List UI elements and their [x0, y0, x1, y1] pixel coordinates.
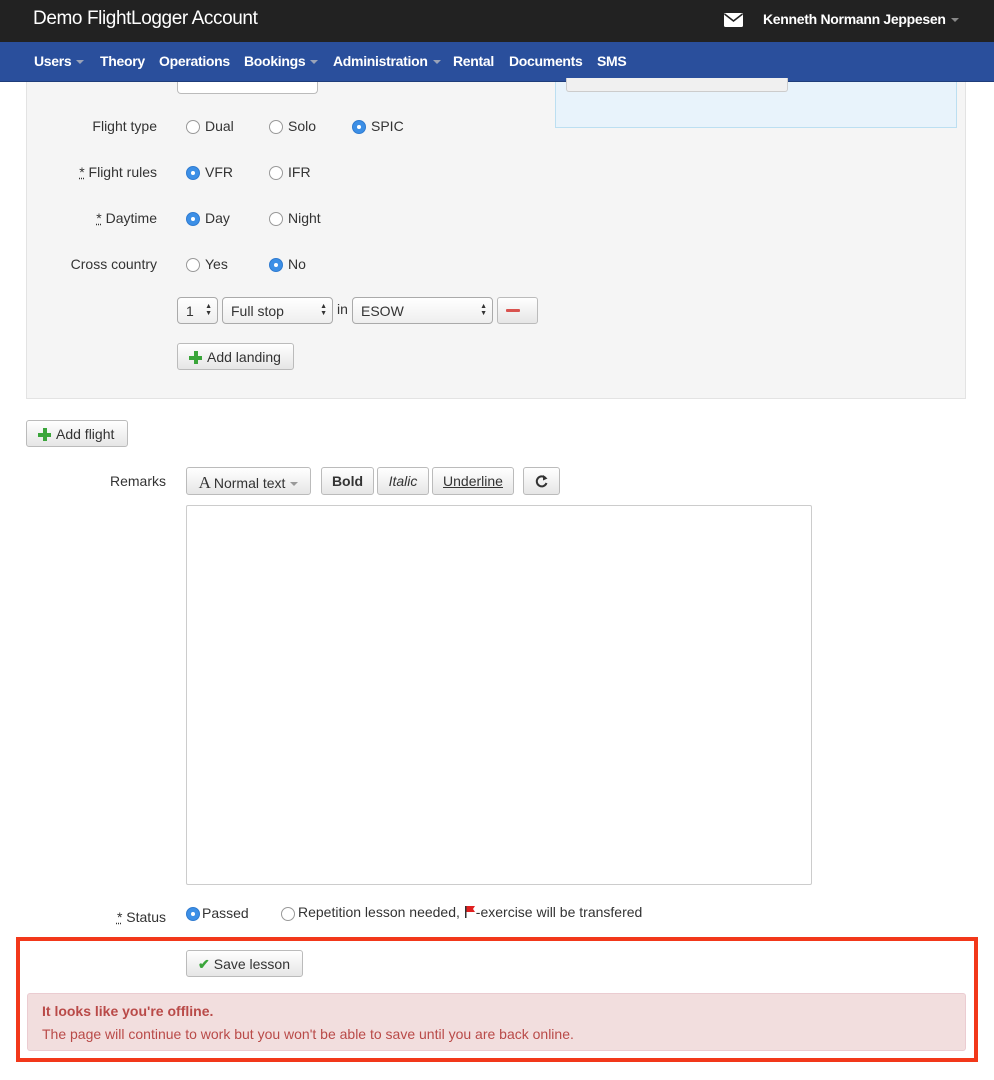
landing-count-select[interactable]: 1 ▲ ▼: [177, 297, 218, 324]
cross-country-no-radio[interactable]: [269, 258, 283, 272]
landing-in-label: in: [337, 301, 348, 317]
nav-rental[interactable]: Rental: [453, 53, 494, 69]
offline-alert-title: It looks like you're offline.: [42, 1003, 214, 1019]
save-lesson-button[interactable]: ✔ Save lesson: [186, 950, 303, 977]
status-passed-label: Passed: [202, 905, 249, 921]
flight-rules-ifr-label: IFR: [288, 164, 311, 180]
underline-button[interactable]: Underline: [432, 467, 514, 495]
flight-type-solo-radio[interactable]: [269, 120, 283, 134]
landing-airport-select[interactable]: ESOW ▲ ▼: [352, 297, 493, 324]
caret-down-icon: [310, 60, 319, 65]
red-flag-icon: [464, 906, 475, 918]
nav-bookings[interactable]: Bookings: [244, 53, 319, 69]
add-flight-button[interactable]: Add flight: [26, 420, 128, 447]
select-arrows-icon: ▲ ▼: [320, 303, 327, 317]
arrival-airport-select[interactable]: [177, 82, 318, 94]
caret-down-icon: [290, 482, 299, 487]
redo-button[interactable]: [523, 467, 560, 495]
remarks-label: Remarks: [109, 473, 166, 489]
info-box-button[interactable]: [566, 78, 788, 92]
cross-country-yes-radio[interactable]: [186, 258, 200, 272]
nav-documents[interactable]: Documents: [509, 53, 583, 69]
remove-landing-button[interactable]: [497, 297, 538, 324]
flight-type-dual-label: Dual: [205, 118, 234, 134]
flight-type-solo-label: Solo: [288, 118, 317, 134]
checkmark-icon: ✔: [198, 956, 210, 972]
offline-alert-text: The page will continue to work but you w…: [42, 1026, 574, 1042]
app-title[interactable]: Demo FlightLogger Account: [33, 8, 258, 30]
flight-rules-label: * Flight rules: [79, 164, 157, 180]
cross-country-label: Cross country: [70, 256, 157, 272]
info-box: [555, 78, 957, 128]
flight-type-spic-label: SPIC: [371, 118, 404, 134]
flight-panel: [26, 82, 966, 399]
flight-rules-ifr-radio[interactable]: [269, 166, 283, 180]
flight-rules-vfr-label: VFR: [205, 164, 233, 180]
main-nav: Users Theory Operations Bookings Adminis…: [0, 42, 994, 82]
required-mark: *: [79, 164, 85, 180]
status-passed-radio[interactable]: [186, 907, 200, 921]
remarks-editor[interactable]: [186, 505, 812, 885]
user-menu[interactable]: Kenneth Normann Jeppesen: [763, 11, 959, 27]
required-mark: *: [116, 909, 123, 925]
minus-icon: [506, 309, 520, 312]
redo-icon: [535, 475, 547, 488]
status-label: * Status: [116, 909, 166, 925]
caret-down-icon: [950, 18, 959, 23]
daytime-day-radio[interactable]: [186, 212, 200, 226]
nav-theory[interactable]: Theory: [100, 53, 145, 69]
font-icon: A: [198, 473, 211, 492]
status-repetition-radio[interactable]: [281, 907, 295, 921]
offline-alert: It looks like you're offline. The page w…: [27, 993, 966, 1051]
select-arrows-icon: ▲ ▼: [205, 303, 212, 317]
plus-icon: [38, 428, 51, 441]
nav-operations[interactable]: Operations: [159, 53, 230, 69]
flight-type-dual-radio[interactable]: [186, 120, 200, 134]
nav-sms[interactable]: SMS: [597, 53, 627, 69]
nav-users[interactable]: Users: [34, 53, 85, 69]
select-arrows-icon: ▲ ▼: [480, 303, 487, 317]
daytime-day-label: Day: [205, 210, 230, 226]
daytime-label: * Daytime: [96, 210, 157, 226]
cross-country-yes-label: Yes: [205, 256, 228, 272]
flight-rules-vfr-radio[interactable]: [186, 166, 200, 180]
caret-down-icon: [76, 60, 85, 65]
cross-country-no-label: No: [288, 256, 306, 272]
daytime-night-label: Night: [288, 210, 321, 226]
envelope-icon[interactable]: [724, 13, 743, 27]
flight-type-spic-radio[interactable]: [352, 120, 366, 134]
plus-icon: [189, 351, 202, 364]
landing-type-select[interactable]: Full stop ▲ ▼: [222, 297, 333, 324]
flight-type-label: Flight type: [92, 118, 157, 134]
bold-button[interactable]: Bold: [321, 467, 374, 495]
top-bar: Demo FlightLogger Account Kenneth Norman…: [0, 0, 994, 42]
text-format-dropdown[interactable]: A Normal text: [186, 467, 311, 495]
italic-button[interactable]: Italic: [377, 467, 429, 495]
caret-down-icon: [432, 60, 441, 65]
user-name: Kenneth Normann Jeppesen: [763, 11, 946, 27]
daytime-night-radio[interactable]: [269, 212, 283, 226]
required-mark: *: [96, 210, 102, 226]
add-landing-button[interactable]: Add landing: [177, 343, 294, 370]
nav-administration[interactable]: Administration: [333, 53, 441, 69]
status-repetition-label: Repetition lesson needed, -exercise will…: [298, 904, 643, 920]
